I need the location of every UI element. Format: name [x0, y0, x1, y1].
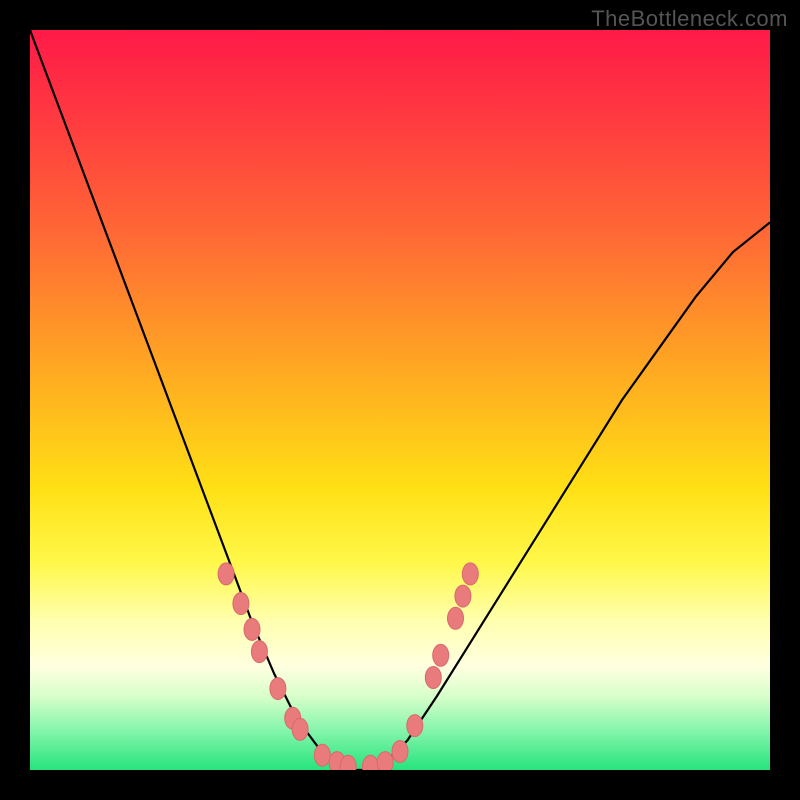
marker-dot	[244, 618, 260, 640]
bottleneck-curve	[30, 30, 770, 770]
overlay-svg	[30, 30, 770, 770]
marker-group	[218, 563, 478, 770]
marker-dot	[362, 755, 378, 770]
marker-dot	[377, 752, 393, 770]
marker-dot	[218, 563, 234, 585]
marker-dot	[425, 667, 441, 689]
chart-frame: TheBottleneck.com	[0, 0, 800, 800]
watermark-text: TheBottleneck.com	[591, 6, 788, 32]
marker-dot	[251, 641, 267, 663]
marker-dot	[233, 593, 249, 615]
marker-dot	[292, 718, 308, 740]
marker-dot	[270, 678, 286, 700]
plot-area	[30, 30, 770, 770]
marker-dot	[433, 644, 449, 666]
marker-dot	[392, 741, 408, 763]
marker-dot	[462, 563, 478, 585]
marker-dot	[407, 715, 423, 737]
marker-dot	[314, 744, 330, 766]
marker-dot	[455, 585, 471, 607]
marker-dot	[448, 607, 464, 629]
